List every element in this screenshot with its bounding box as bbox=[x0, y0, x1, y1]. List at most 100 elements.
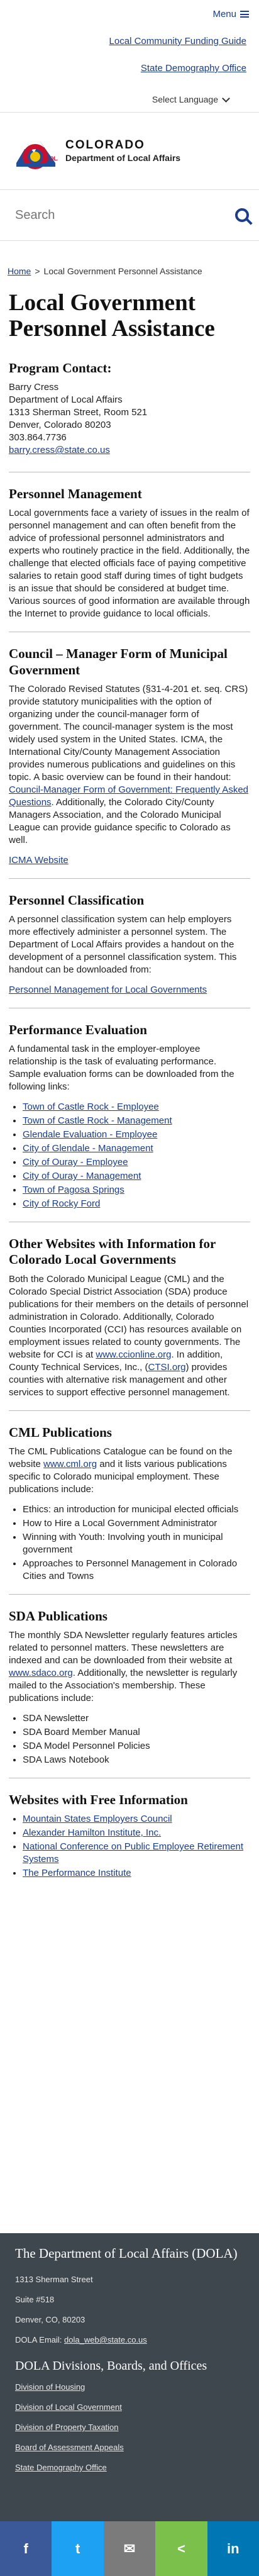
free-info-link[interactable]: Mountain States Employers Council bbox=[23, 1814, 172, 1824]
breadcrumb-home-link[interactable]: Home bbox=[8, 266, 31, 276]
classification-heading: Personnel Classification bbox=[9, 892, 145, 908]
footer-email-label: DOLA Email: bbox=[15, 2335, 62, 2345]
footer-email-link[interactable]: dola_web@state.co.us bbox=[64, 2335, 147, 2345]
menu-button[interactable]: Menu bbox=[212, 9, 249, 20]
list-item: National Conference on Public Employee R… bbox=[23, 1841, 250, 1866]
personnel-management-heading: Personnel Management bbox=[9, 486, 142, 502]
free-information-section: Websites with Free Information Mountain … bbox=[9, 1792, 250, 1880]
footer-divisions-list: Division of Housing Division of Local Go… bbox=[0, 2377, 259, 2478]
linkedin-share-button[interactable]: in bbox=[207, 2521, 259, 2576]
breadcrumb-current: Local Government Personnel Assistance bbox=[43, 266, 202, 276]
list-item: SDA Newsletter bbox=[23, 1712, 250, 1725]
list-item: City of Ouray - Employee bbox=[23, 1156, 250, 1169]
list-item: SDA Laws Notebook bbox=[23, 1754, 250, 1766]
facebook-share-button[interactable]: f bbox=[0, 2521, 52, 2576]
top-utility-bar: Menu Local Community Funding Guide State… bbox=[0, 0, 259, 113]
site-brand[interactable]: DOLA COLORADO Department of Local Affair… bbox=[0, 113, 259, 190]
council-manager-section: Council – Manager Form of Municipal Gove… bbox=[9, 646, 250, 866]
footer-division-link[interactable]: Division of Property Taxation bbox=[15, 2417, 244, 2438]
hamburger-icon bbox=[240, 11, 249, 18]
free-info-link[interactable]: The Performance Institute bbox=[23, 1868, 131, 1878]
list-item: SDA Board Member Manual bbox=[23, 1726, 250, 1739]
ccionline-link[interactable]: www.ccionline.org bbox=[96, 1349, 171, 1360]
performance-evaluation-section: Performance Evaluation A fundamental tas… bbox=[9, 1022, 250, 1210]
twitter-share-button[interactable]: t bbox=[52, 2521, 104, 2576]
generic-share-button[interactable]: < bbox=[155, 2521, 207, 2576]
list-item: Town of Pagosa Springs bbox=[23, 1184, 250, 1196]
footer-division-link[interactable]: State Demography Office bbox=[15, 2458, 244, 2478]
evaluation-link[interactable]: City of Glendale - Management bbox=[23, 1143, 153, 1154]
list-item: Town of Castle Rock - Management bbox=[23, 1115, 250, 1127]
language-select-label: Select Language bbox=[152, 94, 218, 104]
evaluation-link[interactable]: Town of Castle Rock - Employee bbox=[23, 1101, 159, 1112]
search-icon[interactable] bbox=[235, 208, 249, 222]
list-item: City of Glendale - Management bbox=[23, 1142, 250, 1155]
colorado-logo-icon: DOLA bbox=[14, 131, 62, 170]
free-info-link[interactable]: National Conference on Public Employee R… bbox=[23, 1841, 243, 1865]
list-item: Ethics: an introduction for municipal el… bbox=[23, 1503, 250, 1516]
cml-heading: CML Publications bbox=[9, 1424, 112, 1440]
footer-division-link[interactable]: Division of Local Government bbox=[15, 2397, 244, 2417]
divider bbox=[9, 1410, 250, 1411]
brand-title: COLORADO bbox=[65, 138, 145, 152]
language-select[interactable]: Select Language bbox=[152, 94, 230, 104]
classification-body: A personnel classification system can he… bbox=[9, 913, 237, 975]
contact-street: 1313 Sherman Street, Room 521 bbox=[9, 407, 148, 418]
free-information-heading: Websites with Free Information bbox=[9, 1792, 188, 1807]
share-bar: f t ✉ < in bbox=[0, 2521, 259, 2576]
contact-email-link[interactable]: barry.cress@state.co.us bbox=[9, 445, 110, 455]
community-funding-guide-link[interactable]: Local Community Funding Guide bbox=[109, 36, 246, 47]
icma-website-link[interactable]: ICMA Website bbox=[9, 855, 69, 866]
list-item: Alexander Hamilton Institute, Inc. bbox=[23, 1827, 250, 1839]
list-item: Town of Castle Rock - Employee bbox=[23, 1101, 250, 1113]
evaluation-link[interactable]: Town of Castle Rock - Management bbox=[23, 1115, 172, 1126]
email-share-button[interactable]: ✉ bbox=[103, 2521, 156, 2576]
contact-org: Department of Local Affairs bbox=[9, 394, 123, 406]
list-item: Approaches to Personnel Management in Co… bbox=[23, 1558, 250, 1583]
list-item: How to Hire a Local Government Administr… bbox=[23, 1517, 250, 1530]
list-item: Winning with Youth: Involving youth in m… bbox=[23, 1531, 250, 1556]
divider bbox=[9, 878, 250, 879]
evaluation-link[interactable]: City of Ouray - Employee bbox=[23, 1157, 128, 1168]
search-input[interactable] bbox=[14, 207, 235, 223]
personnel-management-handout-link[interactable]: Personnel Management for Local Governmen… bbox=[9, 984, 207, 995]
state-demography-office-link[interactable]: State Demography Office bbox=[141, 63, 246, 74]
sda-body-1: The monthly SDA Newsletter regularly fea… bbox=[9, 1629, 238, 1666]
main-content: Local Government Personnel Assistance Pr… bbox=[0, 290, 259, 1880]
chevron-down-icon bbox=[222, 94, 230, 103]
footer-divisions-title: DOLA Divisions, Boards, and Offices bbox=[15, 2359, 207, 2373]
cml-website-link[interactable]: www.cml.org bbox=[43, 1459, 97, 1469]
breadcrumb-separator: > bbox=[35, 266, 40, 276]
sda-publications-section: SDA Publications The monthly SDA Newslet… bbox=[9, 1609, 250, 1766]
share-icon: < bbox=[177, 2540, 185, 2556]
email-icon: ✉ bbox=[123, 2540, 136, 2556]
evaluation-link[interactable]: Glendale Evaluation - Employee bbox=[23, 1129, 157, 1140]
list-item: SDA Model Personnel Policies bbox=[23, 1740, 250, 1753]
other-websites-body-1: Both the Colorado Municipal League (CML)… bbox=[9, 1273, 249, 1360]
sdaco-link[interactable]: www.sdaco.org bbox=[9, 1668, 73, 1678]
facebook-icon: f bbox=[23, 2540, 28, 2556]
footer-division-link[interactable]: Division of Housing bbox=[15, 2377, 244, 2397]
cml-body-2: and it lists various publications specif… bbox=[9, 1458, 227, 1495]
personnel-classification-section: Personnel Classification A personnel cla… bbox=[9, 893, 250, 996]
evaluation-link[interactable]: City of Ouray - Management bbox=[23, 1171, 141, 1181]
council-manager-heading: Council – Manager Form of Municipal Gove… bbox=[9, 646, 228, 677]
menu-label: Menu bbox=[212, 9, 236, 20]
page-title: Local Government Personnel Assistance bbox=[9, 290, 215, 342]
twitter-icon: t bbox=[75, 2540, 80, 2556]
ctsi-link[interactable]: CTSI.org bbox=[148, 1362, 185, 1373]
cml-publications-section: CML Publications The CML Publications Ca… bbox=[9, 1425, 250, 1583]
evaluation-link[interactable]: City of Rocky Ford bbox=[23, 1198, 100, 1209]
sda-heading: SDA Publications bbox=[9, 1608, 107, 1624]
program-contact-section: Program Contact: Barry Cress Department … bbox=[9, 360, 250, 457]
site-footer: The Department of Local Affairs (DOLA) 1… bbox=[0, 2233, 259, 2521]
list-item: The Performance Institute bbox=[23, 1867, 250, 1880]
brand-subtitle: Department of Local Affairs bbox=[65, 153, 181, 164]
sda-publications-list: SDA Newsletter SDA Board Member Manual S… bbox=[9, 1712, 250, 1766]
free-information-list: Mountain States Employers Council Alexan… bbox=[9, 1813, 250, 1880]
footer-division-link[interactable]: Board of Assessment Appeals bbox=[15, 2438, 244, 2458]
footer-suite: Suite #518 bbox=[15, 2295, 55, 2304]
free-info-link[interactable]: Alexander Hamilton Institute, Inc. bbox=[23, 1827, 161, 1838]
contact-phone: 303.864.7736 bbox=[9, 432, 67, 443]
evaluation-link[interactable]: Town of Pagosa Springs bbox=[23, 1185, 124, 1195]
